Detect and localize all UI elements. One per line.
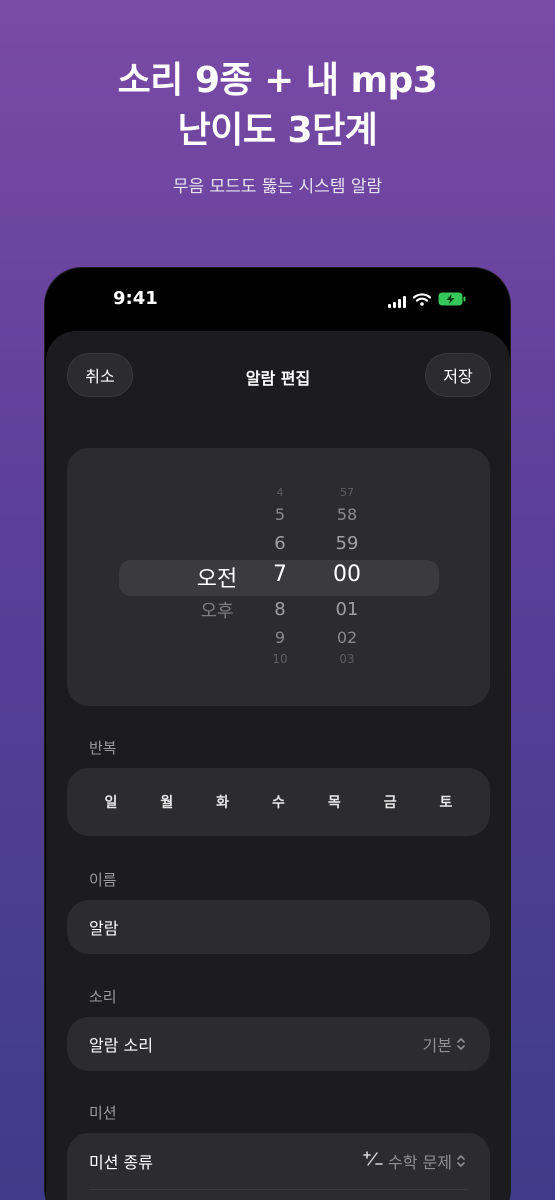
- alarm-sound-row[interactable]: 알람 소리 기본: [67, 1017, 490, 1071]
- alarm-sound-selector[interactable]: 기본: [423, 1017, 468, 1071]
- hour-option[interactable]: 5: [275, 505, 285, 524]
- repeat-section-label: 반복: [89, 739, 117, 757]
- minute-option[interactable]: 58: [337, 505, 357, 524]
- chevron-up-down-icon: [456, 1037, 468, 1051]
- hour-option[interactable]: 8: [274, 599, 285, 620]
- minute-option[interactable]: 02: [337, 628, 357, 647]
- cellular-signal-icon: [388, 295, 406, 308]
- battery-charging-icon: [438, 292, 466, 311]
- phone-frame: 9:41 취소 알람 편집 저장 오전 오후 4 5 6 7 8 9 10 57…: [44, 267, 511, 1200]
- mission-type-row[interactable]: 미션 종류 수학 문제: [67, 1133, 490, 1189]
- day-toggle-thu[interactable]: 목: [314, 792, 354, 812]
- minute-selected[interactable]: 00: [333, 562, 361, 587]
- name-section-label: 이름: [89, 871, 117, 889]
- promo-headline-line2: 난이도 3단계: [177, 110, 378, 151]
- mission-type-value: 수학 문제: [388, 1153, 452, 1172]
- minute-option[interactable]: 01: [336, 599, 359, 620]
- alarm-sound-label: 알람 소리: [89, 1036, 153, 1055]
- row-divider: [89, 1189, 468, 1190]
- sound-section-label: 소리: [89, 988, 117, 1006]
- minute-option[interactable]: 03: [339, 652, 354, 666]
- day-toggle-fri[interactable]: 금: [370, 792, 410, 812]
- mission-section-label: 미션: [89, 1104, 117, 1122]
- alarm-edit-sheet: 취소 알람 편집 저장 오전 오후 4 5 6 7 8 9 10 57 58 5…: [46, 331, 510, 1200]
- day-toggle-sun[interactable]: 일: [91, 792, 131, 812]
- promo-headline-line1: 소리 9종 + 내 mp3: [117, 60, 438, 101]
- minute-option[interactable]: 59: [336, 533, 359, 554]
- mission-type-selector[interactable]: 수학 문제: [362, 1133, 468, 1189]
- promo-subhead: 무음 모드도 뚫는 시스템 알람: [172, 177, 383, 197]
- ampm-option[interactable]: 오후: [200, 597, 233, 623]
- alarm-name-field[interactable]: 알람: [67, 900, 490, 954]
- alarm-name-value[interactable]: 알람: [89, 900, 118, 954]
- status-icons: [388, 292, 466, 311]
- hour-option[interactable]: 6: [274, 533, 285, 554]
- mission-card: 미션 종류 수학 문제: [67, 1133, 490, 1200]
- repeat-day-selector: 일 월 화 수 목 금 토: [67, 768, 490, 836]
- status-time: 9:41: [113, 288, 158, 309]
- chevron-up-down-icon: [456, 1154, 468, 1168]
- hour-option[interactable]: 9: [275, 628, 285, 647]
- wifi-icon: [412, 292, 432, 311]
- alarm-sound-value: 기본: [422, 1036, 452, 1055]
- day-toggle-wed[interactable]: 수: [258, 792, 298, 812]
- day-toggle-mon[interactable]: 월: [147, 792, 187, 812]
- ampm-selected[interactable]: 오전: [197, 561, 237, 593]
- mission-type-label: 미션 종류: [89, 1153, 153, 1172]
- promo-headline: 소리 9종 + 내 mp3 난이도 3단계: [0, 56, 555, 156]
- day-toggle-sat[interactable]: 토: [426, 792, 466, 812]
- day-toggle-tue[interactable]: 화: [203, 792, 243, 812]
- hour-option[interactable]: 4: [277, 486, 284, 499]
- hour-option[interactable]: 10: [272, 652, 287, 666]
- time-picker[interactable]: 오전 오후 4 5 6 7 8 9 10 57 58 59 00 01 02 0…: [67, 448, 490, 706]
- minute-option[interactable]: 57: [340, 486, 354, 499]
- plus-minus-icon: [362, 1151, 384, 1171]
- hour-selected[interactable]: 7: [273, 562, 287, 587]
- save-button[interactable]: 저장: [425, 353, 491, 397]
